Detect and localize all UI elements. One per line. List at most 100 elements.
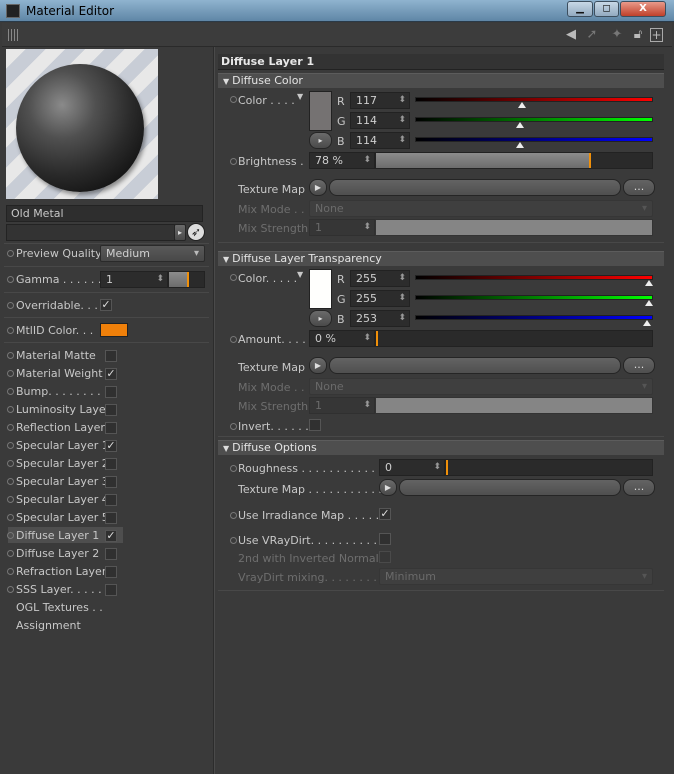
- color-mode-button[interactable]: ▸: [309, 310, 332, 327]
- animate-dot-icon[interactable]: [7, 442, 14, 449]
- diffuse-options-header[interactable]: Diffuse Options: [218, 440, 664, 455]
- transparency-r-slider[interactable]: [415, 275, 653, 280]
- animate-dot-icon[interactable]: [7, 424, 14, 431]
- minimize-button[interactable]: ▁: [567, 1, 593, 17]
- channel-checkbox[interactable]: [105, 350, 117, 362]
- diffuse-g-input[interactable]: 114: [350, 112, 410, 129]
- texture-map-play-button[interactable]: ▶: [309, 179, 327, 196]
- gamma-input[interactable]: 1: [100, 271, 168, 288]
- amount-slider[interactable]: [375, 330, 653, 347]
- ogl-textures-item[interactable]: OGL Textures . .: [16, 601, 103, 614]
- channel-checkbox[interactable]: [105, 584, 117, 596]
- animate-dot-icon[interactable]: [7, 406, 14, 413]
- animate-dot-icon[interactable]: [7, 568, 14, 575]
- channel-item-label[interactable]: Specular Layer 1: [16, 439, 109, 452]
- amount-input[interactable]: 0 %: [309, 330, 375, 347]
- channel-checkbox[interactable]: [105, 494, 117, 506]
- diffuse-g-handle[interactable]: [515, 122, 524, 128]
- animate-dot-icon[interactable]: [7, 586, 14, 593]
- mix-strength-input[interactable]: 1: [309, 219, 375, 236]
- channel-item-label[interactable]: Material Matte: [16, 349, 96, 362]
- animate-dot-icon[interactable]: [230, 96, 237, 103]
- new-window-icon[interactable]: +: [650, 28, 663, 42]
- mix-strength-input[interactable]: 1: [309, 397, 375, 414]
- texture-map-more-button[interactable]: ...: [623, 357, 655, 374]
- texture-map-slot[interactable]: [329, 179, 621, 196]
- chevron-down-icon[interactable]: ▼: [297, 92, 303, 101]
- pointer-icon[interactable]: ➶: [187, 223, 205, 241]
- animate-dot-icon[interactable]: [7, 514, 14, 521]
- maximize-button[interactable]: ◻: [594, 1, 619, 17]
- channel-checkbox[interactable]: ✓: [105, 368, 117, 380]
- close-button[interactable]: X: [620, 1, 666, 17]
- chevron-down-icon[interactable]: ▼: [297, 270, 303, 279]
- animate-dot-icon[interactable]: [7, 370, 14, 377]
- panel-splitter[interactable]: [213, 47, 215, 774]
- overridable-checkbox[interactable]: ✓: [100, 299, 112, 311]
- arrow-right-icon[interactable]: ➚: [584, 27, 600, 43]
- animate-dot-icon[interactable]: [7, 352, 14, 359]
- transparency-g-handle[interactable]: [645, 300, 653, 306]
- brightness-slider[interactable]: [375, 152, 653, 169]
- pin-icon[interactable]: ✦: [609, 27, 625, 43]
- channel-item-label[interactable]: Specular Layer 3: [16, 475, 109, 488]
- animate-dot-icon[interactable]: [230, 512, 237, 519]
- texture-map-more-button[interactable]: ...: [623, 479, 655, 496]
- arrow-left-icon[interactable]: ◀: [563, 27, 579, 43]
- animate-dot-icon[interactable]: [7, 250, 14, 257]
- transparency-r-input[interactable]: 255: [350, 270, 410, 287]
- gamma-slider[interactable]: [168, 271, 205, 288]
- channel-item-label[interactable]: Luminosity Layer: [16, 403, 110, 416]
- assignment-item[interactable]: Assignment: [16, 619, 81, 632]
- animate-dot-icon[interactable]: [230, 336, 237, 343]
- channel-checkbox[interactable]: [105, 512, 117, 524]
- transparency-b-slider[interactable]: [415, 315, 653, 320]
- diffuse-g-slider[interactable]: [415, 117, 653, 122]
- use-vraydirt-checkbox[interactable]: [379, 533, 391, 545]
- channel-checkbox[interactable]: ✓: [105, 530, 117, 542]
- animate-dot-icon[interactable]: [230, 537, 237, 544]
- roughness-input[interactable]: 0: [379, 459, 445, 476]
- channel-item-label[interactable]: Material Weight: [16, 367, 103, 380]
- mix-strength-slider[interactable]: [375, 219, 653, 236]
- transparency-color-swatch[interactable]: [309, 269, 332, 309]
- inverted-normals-checkbox[interactable]: [379, 551, 391, 563]
- animate-dot-icon[interactable]: [230, 158, 237, 165]
- channel-checkbox[interactable]: ✓: [105, 440, 117, 452]
- animate-dot-icon[interactable]: [7, 550, 14, 557]
- channel-item-label[interactable]: Refraction Layer: [16, 565, 106, 578]
- mix-mode-select[interactable]: None: [309, 200, 653, 217]
- brightness-input[interactable]: 78 %: [309, 152, 375, 169]
- transparency-b-handle[interactable]: [643, 320, 652, 326]
- animate-dot-icon[interactable]: [7, 478, 14, 485]
- diffuse-r-handle[interactable]: [518, 102, 527, 108]
- diffuse-b-handle[interactable]: [515, 142, 524, 148]
- animate-dot-icon[interactable]: [7, 460, 14, 467]
- mtlid-color-swatch[interactable]: [100, 323, 128, 337]
- menu-grip-icon[interactable]: [8, 29, 20, 41]
- channel-item-label[interactable]: Specular Layer 4: [16, 493, 109, 506]
- material-search-field[interactable]: [6, 224, 175, 241]
- texture-map-slot[interactable]: [399, 479, 621, 496]
- transparency-g-input[interactable]: 255: [350, 290, 410, 307]
- vraydirt-mixing-select[interactable]: Minimum: [379, 568, 653, 585]
- diffuse-color-header[interactable]: Diffuse Color: [218, 73, 664, 88]
- channel-checkbox[interactable]: [105, 386, 117, 398]
- lock-icon[interactable]: 🔓︎: [630, 27, 646, 43]
- diffuse-r-input[interactable]: 117: [350, 92, 410, 109]
- transparency-r-handle[interactable]: [645, 280, 653, 286]
- use-irradiance-checkbox[interactable]: ✓: [379, 508, 391, 520]
- transparency-g-slider[interactable]: [415, 295, 653, 300]
- transparency-b-input[interactable]: 253: [350, 310, 410, 327]
- diffuse-b-input[interactable]: 114: [350, 132, 410, 149]
- diffuse-color-swatch[interactable]: [309, 91, 332, 131]
- animate-dot-icon[interactable]: [7, 276, 14, 283]
- channel-item-label[interactable]: Diffuse Layer 1: [16, 529, 99, 542]
- animate-dot-icon[interactable]: [230, 465, 237, 472]
- roughness-slider[interactable]: [445, 459, 653, 476]
- color-mode-button[interactable]: ▸: [309, 132, 332, 149]
- transparency-header[interactable]: Diffuse Layer Transparency: [218, 251, 664, 266]
- animate-dot-icon[interactable]: [230, 274, 237, 281]
- texture-map-play-button[interactable]: ▶: [309, 357, 327, 374]
- channel-item-label[interactable]: SSS Layer. . . . . .: [16, 583, 109, 596]
